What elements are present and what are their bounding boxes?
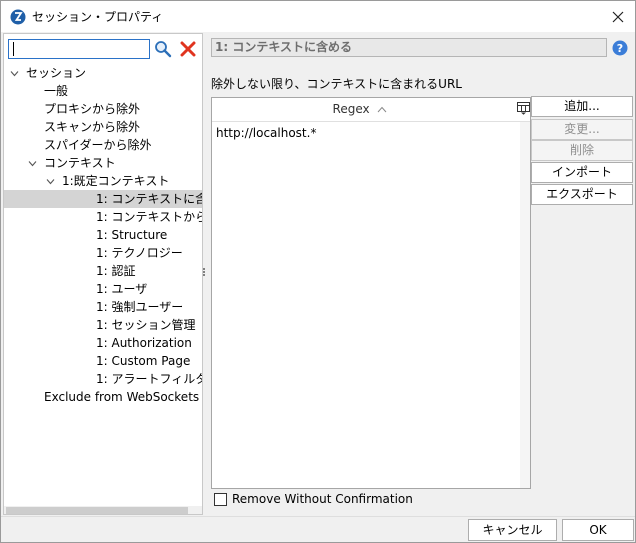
tree-expanded-chevron-icon[interactable] [28,159,37,168]
scrollbar-thumb[interactable] [6,507,188,514]
help-icon[interactable]: ? [612,40,628,56]
tree-item-label: コンテキスト [44,156,116,170]
close-icon [612,11,624,23]
remove-without-confirmation-label: Remove Without Confirmation [232,492,413,506]
tree-item[interactable]: 1: ユーザ [4,280,202,298]
add-button[interactable]: 追加... [531,96,633,117]
regex-column-header[interactable]: Regex [212,102,508,116]
tree-item[interactable]: 1: アラートフィルター [4,370,202,388]
modify-button[interactable]: 変更... [531,119,633,140]
table-row[interactable]: http://localhost.* [216,126,316,140]
tree-item[interactable]: 一般 [4,82,202,100]
tree-item[interactable]: 1: Authorization [4,334,202,352]
tree-item[interactable]: 1: コンテキストに含め [4,190,202,208]
tree-item-label: 1: コンテキストに含め [96,192,202,206]
tree-item[interactable]: 1: 認証 [4,262,202,280]
ok-button[interactable]: OK [562,519,634,541]
panel-header: 1: コンテキストに含める [211,38,607,57]
tree-horizontal-scrollbar[interactable] [4,506,202,514]
footer-divider [1,516,635,517]
session-properties-dialog: セッション・プロパティ セッション一般プロキシから除外 スキャンから除外 スパイダー… [0,0,636,543]
remove-button[interactable]: 削除 [531,140,633,161]
pane-splitter-handle[interactable] [202,267,206,279]
tree-item-label: 1: テクノロジー [96,246,183,260]
tree-expanded-chevron-icon[interactable] [10,69,19,78]
tree-item[interactable]: セッション [4,64,202,82]
tree-item-label: 1: コンテキストから除外 [96,210,202,224]
search-icon[interactable] [154,40,172,58]
tree-item[interactable]: 1: 強制ユーザー [4,298,202,316]
include-description: 除外しない限り、コンテキストに含まれるURL [211,77,462,91]
export-button[interactable]: エクスポート [531,184,633,205]
svg-text:?: ? [617,42,623,55]
settings-tree-pane: セッション一般プロキシから除外 スキャンから除外 スパイダーから除外 コンテキスト 1:… [3,33,203,515]
tree-search-input[interactable] [8,39,150,59]
tree-expanded-chevron-icon[interactable] [46,177,55,186]
sort-ascending-icon [378,106,387,113]
window-title: セッション・プロパティ [32,10,164,24]
tree-item-label: セッション [26,66,87,80]
regex-table: Regex http://localhost.* [211,97,531,489]
tree-item[interactable]: プロキシから除外 [4,100,202,118]
tree-item[interactable]: Exclude from WebSockets [4,388,202,406]
close-window-button[interactable] [605,5,631,29]
title-bar: セッション・プロパティ [1,1,635,32]
text-cursor [13,42,14,56]
tree-item-label: 一般 [44,84,69,98]
tree-item[interactable]: 1: Custom Page [4,352,202,370]
tree-item-label: 1: Custom Page [96,354,191,368]
tree-item-label: 1: 認証 [96,264,136,278]
tree-item[interactable]: 1: テクノロジー [4,244,202,262]
tree-item-label: スキャンから除外 [44,120,141,134]
tree-item[interactable]: 1: コンテキストから除外 [4,208,202,226]
cancel-button[interactable]: キャンセル [468,519,557,541]
tree-item[interactable]: 1:既定コンテキスト [4,172,202,190]
tree-item[interactable]: コンテキスト [4,154,202,172]
tree-item-label: 1: アラートフィルター [96,372,202,386]
tree-item-label: 1: 強制ユーザー [96,300,184,314]
tree-item-label: 1: Structure [96,228,168,242]
tree-item-label: 1: Authorization [96,336,192,350]
import-button[interactable]: インポート [531,162,633,183]
column-control-icon[interactable] [517,102,530,115]
clear-search-icon[interactable] [180,41,196,57]
table-vertical-scrollbar[interactable] [520,122,530,488]
table-header: Regex [212,98,530,122]
tree-item[interactable]: スパイダーから除外 [4,136,202,154]
tree-item-label: 1: セッション管理 [96,318,196,332]
tree-item-label: スパイダーから除外 [44,138,152,152]
tree-item[interactable]: 1: Structure [4,226,202,244]
tree-item[interactable]: 1: セッション管理 [4,316,202,334]
tree-item-label: Exclude from WebSockets [44,390,200,404]
tree-item-label: プロキシから除外 [44,102,141,116]
tree-item-label: 1:既定コンテキスト [62,174,170,188]
remove-without-confirmation-checkbox[interactable] [214,493,227,506]
regex-column-label: Regex [332,102,370,116]
tree-item-label: 1: ユーザ [96,282,148,296]
zap-app-icon [10,9,26,25]
tree-item[interactable]: スキャンから除外 [4,118,202,136]
